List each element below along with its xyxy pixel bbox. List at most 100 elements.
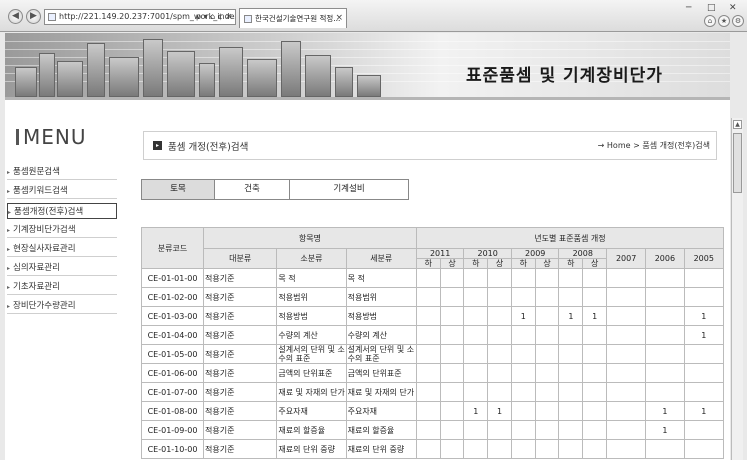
search-header: ▸ 품셈 개정(전후)검색 → Home > 품셈 개정(전후)검색 (143, 131, 717, 160)
close-window-icon[interactable]: ✕ (729, 3, 737, 13)
table-row[interactable]: CE-01-04-00 적용기준 수량의 계산 수량의 계산 1 (141, 325, 725, 345)
header-year-2009: 2009 (510, 248, 560, 259)
revision-mark (606, 306, 647, 326)
scroll-up-icon[interactable]: ▲ (733, 120, 742, 129)
building-graphic (109, 57, 139, 97)
revision-mark (463, 420, 489, 440)
revision-mark (645, 268, 685, 288)
sidebar-item-original-search[interactable]: ▸ 품셈원문검색 (7, 164, 117, 180)
revision-mark (534, 344, 560, 364)
revision-mark (606, 401, 647, 421)
table-row[interactable]: CE-01-03-00 적용기준 적용방법 적용방법 1 1 1 1 (141, 306, 725, 326)
sidebar-item-revision-search[interactable]: ▸ 품셈개정(전후)검색 (7, 203, 117, 219)
settings-icon[interactable]: ⚙ (732, 15, 744, 27)
revision-mark (645, 287, 685, 307)
revision-mark (510, 325, 536, 345)
revision-mark (487, 363, 512, 383)
row-detail: 수량의 계산 (345, 325, 417, 345)
sidebar-item-base-data[interactable]: ▸ 기초자료관리 (7, 279, 117, 295)
scroll-thumb[interactable] (733, 133, 742, 193)
back-icon[interactable]: ◀ (8, 9, 23, 24)
revision-mark (582, 325, 608, 345)
sidebar-item-keyword-search[interactable]: ▸ 품셈키워드검색 (7, 183, 117, 199)
breadcrumb[interactable]: → Home > 품셈 개정(전후)검색 (598, 140, 710, 151)
revision-mark: 1 (683, 325, 725, 345)
revision-mark (415, 268, 441, 288)
table-row[interactable]: CE-01-10-00 적용기준 재료의 단위 중량 재료의 단위 중량 (141, 439, 725, 459)
row-major: 적용기준 (202, 439, 278, 459)
table-row[interactable]: CE-01-09-00 적용기준 재료의 할증율 재료의 할증율 1 (141, 420, 725, 440)
header-major: 대분류 (202, 248, 278, 269)
revision-mark (606, 325, 647, 345)
revision-mark (510, 363, 536, 383)
browser-tab[interactable]: 한국건설기술연구원 적정... × (239, 8, 347, 28)
row-major: 적용기준 (202, 344, 278, 364)
building-graphic (87, 43, 105, 97)
revision-mark (534, 363, 560, 383)
revision-mark (510, 401, 536, 421)
revision-mark (534, 401, 560, 421)
row-detail: 주요자재 (345, 401, 417, 421)
revision-mark (487, 306, 512, 326)
revision-mark (439, 420, 465, 440)
revision-mark (558, 287, 584, 307)
row-detail: 설계서의 단위 및 소수의 표준 (345, 344, 417, 364)
row-detail: 재료 및 자재의 단가 (345, 382, 417, 402)
revision-table: 분류코드 항목명 년도별 표준품셈 개정 대분류 소분류 세분류 2011 20… (141, 227, 725, 459)
sidebar-item-review-data[interactable]: ▸ 심의자료관리 (7, 260, 117, 276)
revision-mark (463, 325, 489, 345)
sidebar-item-equipment-price[interactable]: ▸ 기계장비단가검색 (7, 222, 117, 238)
table-row[interactable]: CE-01-08-00 적용기준 주요자재 주요자재 1 1 1 1 (141, 401, 725, 421)
table-row[interactable]: CE-01-02-00 적용기준 적용범위 적용범위 (141, 287, 725, 307)
revision-mark (606, 287, 647, 307)
page-title: 품셈 개정(전후)검색 (168, 142, 249, 153)
revision-mark (439, 306, 465, 326)
address-controls[interactable]: ρ ▾ ⌂ ¢ ✕ (196, 9, 232, 25)
revision-mark (534, 382, 560, 402)
revision-mark (683, 344, 725, 364)
row-major: 적용기준 (202, 268, 278, 288)
table-row[interactable]: CE-01-07-00 적용기준 재료 및 자재의 단가 재료 및 자재의 단가 (141, 382, 725, 402)
home-icon[interactable]: ⌂ (704, 15, 716, 27)
vertical-scrollbar[interactable]: ▲ (731, 118, 743, 460)
table-row[interactable]: CE-01-05-00 적용기준 설계서의 단위 및 소수의 표준 설계서의 단위 및… (141, 344, 725, 364)
header-half: 하 (558, 258, 584, 269)
favorites-icon[interactable]: ★ (718, 15, 730, 27)
revision-mark (415, 344, 441, 364)
sidebar-item-field-survey[interactable]: ▸ 현장실사자료관리 (7, 241, 117, 257)
row-code: CE-01-10-00 (141, 439, 204, 459)
revision-mark (558, 401, 584, 421)
building-graphic (143, 39, 163, 97)
revision-mark (463, 382, 489, 402)
row-code: CE-01-01-00 (141, 268, 204, 288)
row-major: 적용기준 (202, 420, 278, 440)
forward-icon[interactable]: ▶ (26, 9, 41, 24)
header-half: 하 (415, 258, 441, 269)
header-half: 상 (439, 258, 465, 269)
header-half: 하 (510, 258, 536, 269)
row-minor: 적용범위 (276, 287, 347, 307)
tab-mechanical[interactable]: 기계설비 (290, 180, 408, 199)
revision-mark (558, 420, 584, 440)
tab-architecture[interactable]: 건축 (215, 180, 290, 199)
sidebar-item-price-quantity[interactable]: ▸ 장비단가수량관리 (7, 298, 117, 314)
revision-mark (415, 306, 441, 326)
tab-close-icon[interactable]: × (335, 9, 343, 28)
header-year-2008: 2008 (558, 248, 608, 259)
tab-civil[interactable]: 토목 (142, 180, 215, 199)
header-year-2011: 2011 (415, 248, 465, 259)
table-row[interactable]: CE-01-06-00 적용기준 금액의 단위표준 금액의 단위표준 (141, 363, 725, 383)
revision-mark (582, 268, 608, 288)
revision-mark (510, 344, 536, 364)
revision-mark (606, 382, 647, 402)
maximize-icon[interactable]: □ (707, 3, 716, 13)
revision-mark (439, 439, 465, 459)
revision-mark (645, 439, 685, 459)
revision-mark (645, 363, 685, 383)
revision-mark (463, 344, 489, 364)
bullet-icon: ▸ (7, 303, 11, 310)
revision-mark (415, 439, 441, 459)
building-graphic (357, 75, 381, 97)
minimize-icon[interactable]: ─ (686, 3, 691, 13)
table-row[interactable]: CE-01-01-00 적용기준 목 적목 적 (141, 268, 725, 288)
